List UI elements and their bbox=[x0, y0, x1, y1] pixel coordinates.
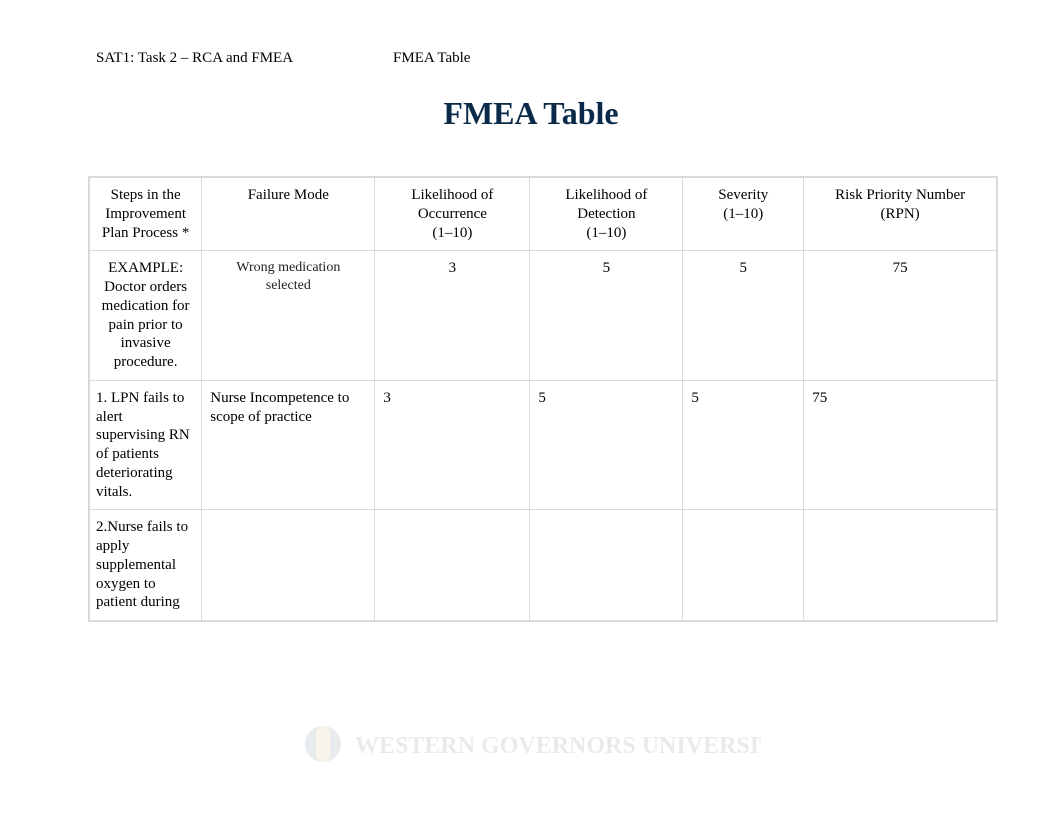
watermark: WESTERN GOVERNORS UNIVERSITY bbox=[0, 721, 1062, 772]
header-row: SAT1: Task 2 – RCA and FMEA FMEA Table bbox=[0, 0, 1062, 67]
cell-detection: 5 bbox=[530, 251, 683, 381]
table-row: 2.Nurse fails to apply supplemental oxyg… bbox=[89, 510, 997, 621]
table-wrapper: Steps in the Improvement Plan Process * … bbox=[0, 176, 1062, 622]
cell-step: 2.Nurse fails to apply supplemental oxyg… bbox=[89, 510, 202, 621]
cell-step: 1. LPN fails to alert supervising RN of … bbox=[89, 380, 202, 510]
cell-occurrence: 3 bbox=[375, 251, 530, 381]
cell-severity: 5 bbox=[683, 251, 804, 381]
col-severity: Severity (1–10) bbox=[683, 177, 804, 251]
col-occurrence-l1: Likelihood of Occurrence bbox=[411, 187, 493, 222]
col-step: Steps in the Improvement Plan Process * bbox=[89, 177, 202, 251]
cell-occurrence: 3 bbox=[375, 380, 530, 510]
col-occurrence-l2: (1–10) bbox=[432, 225, 472, 241]
table-row: 1. LPN fails to alert supervising RN of … bbox=[89, 380, 997, 510]
col-detection: Likelihood of Detection (1–10) bbox=[530, 177, 683, 251]
col-severity-l1: Severity bbox=[718, 187, 768, 203]
page-title: FMEA Table bbox=[116, 95, 946, 132]
cell-detection bbox=[530, 510, 683, 621]
cell-mode: Wrong medication selected bbox=[202, 251, 375, 381]
col-detection-l2: (1–10) bbox=[586, 225, 626, 241]
cell-mode bbox=[202, 510, 375, 621]
table-header-row: Steps in the Improvement Plan Process * … bbox=[89, 177, 997, 251]
col-rpn-l1: Risk Priority Number bbox=[835, 187, 965, 203]
col-occurrence: Likelihood of Occurrence (1–10) bbox=[375, 177, 530, 251]
cell-rpn: 75 bbox=[804, 380, 997, 510]
table-row: EXAMPLE: Doctor orders medication for pa… bbox=[89, 251, 997, 381]
cell-severity bbox=[683, 510, 804, 621]
col-detection-l1: Likelihood of Detection bbox=[565, 187, 647, 222]
col-severity-l2: (1–10) bbox=[723, 206, 763, 222]
cell-step: EXAMPLE: Doctor orders medication for pa… bbox=[89, 251, 202, 381]
cell-occurrence bbox=[375, 510, 530, 621]
logo-icon: WESTERN GOVERNORS UNIVERSITY bbox=[301, 721, 761, 767]
cell-rpn: 75 bbox=[804, 251, 997, 381]
col-mode: Failure Mode bbox=[202, 177, 375, 251]
watermark-text: WESTERN GOVERNORS UNIVERSITY bbox=[355, 733, 761, 759]
cell-mode: Nurse Incompetence to scope of practice bbox=[202, 380, 375, 510]
header-right: FMEA Table bbox=[393, 50, 470, 67]
header-left: SAT1: Task 2 – RCA and FMEA bbox=[96, 50, 293, 67]
cell-severity: 5 bbox=[683, 380, 804, 510]
col-rpn: Risk Priority Number (RPN) bbox=[804, 177, 997, 251]
fmea-table: Steps in the Improvement Plan Process * … bbox=[88, 176, 998, 622]
cell-detection: 5 bbox=[530, 380, 683, 510]
cell-rpn bbox=[804, 510, 997, 621]
col-rpn-l2: (RPN) bbox=[881, 206, 920, 222]
